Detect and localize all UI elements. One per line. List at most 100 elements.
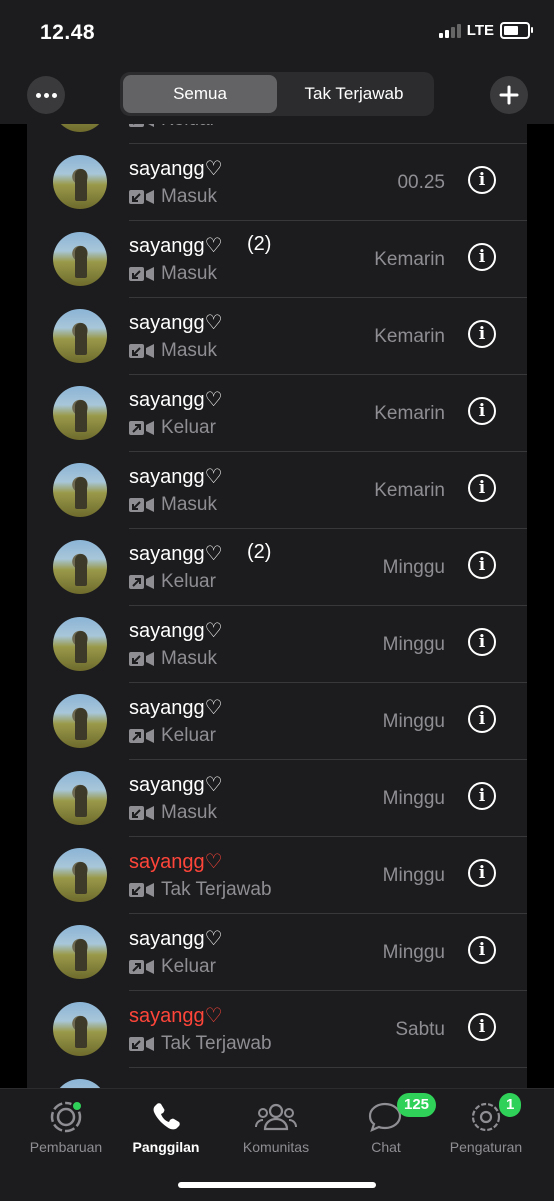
call-time: Minggu [382,634,445,655]
info-icon[interactable]: i [468,243,496,271]
call-row[interactable]: sayangg♡ Keluar Minggu i [27,914,527,991]
call-count: (2) [247,233,272,255]
status-time: 12.48 [40,21,96,44]
call-type-label: Masuk [161,340,217,361]
call-type: Masuk [129,186,217,208]
avatar[interactable] [53,155,107,209]
video-call-incoming-icon [129,344,154,358]
video-call-incoming-icon [129,267,154,281]
contact-name: sayangg♡ [129,466,223,488]
call-row[interactable]: sayangg♡ Keluar Kemarin i [27,375,527,452]
call-time: Minggu [382,557,445,578]
info-icon[interactable]: i [468,705,496,733]
avatar[interactable] [53,694,107,748]
community-icon [255,1103,297,1131]
call-time: Minggu [382,942,445,963]
call-type-label: Keluar [161,417,216,438]
info-icon[interactable]: i [468,166,496,194]
video-call-outgoing-icon [129,421,154,435]
tab-label: Pengaturan [449,1139,523,1155]
call-filter-segmented-control: Semua Tak Terjawab [120,72,434,116]
call-type: Tak Terjawab [129,1033,272,1055]
avatar[interactable] [53,848,107,902]
avatar[interactable] [53,771,107,825]
call-row[interactable]: sayangg♡ Masuk Kemarin i [27,452,527,529]
phone-icon [153,1103,180,1130]
contact-name: sayangg♡ [129,158,223,180]
tab-semua[interactable]: Semua [123,75,277,113]
tab-komunitas[interactable]: Komunitas [221,1097,331,1155]
call-time: Kemarin [374,249,445,270]
signal-icon [438,23,461,38]
new-call-button[interactable] [490,76,528,114]
call-type-label: Keluar [161,956,216,977]
contact-name: sayangg♡ [129,697,223,719]
call-list: sayangg♡Keluarisayangg♡Masuk00.25isayang… [27,90,527,1090]
call-type-label: Masuk [161,648,217,669]
tab-pengaturan[interactable]: 1 Pengaturan [431,1093,541,1155]
plus-icon [499,85,519,105]
info-icon[interactable]: i [468,397,496,425]
contact-name: sayangg♡ [129,389,223,411]
home-indicator[interactable] [178,1182,376,1188]
call-row[interactable]: sayangg♡ Masuk 00.25 i [27,144,527,221]
call-row[interactable]: sayangg♡ Tak Terjawab Minggu i [27,837,527,914]
info-icon[interactable]: i [468,628,496,656]
tab-pembaruan[interactable]: Pembaruan [11,1097,121,1155]
call-type: Keluar [129,417,216,439]
call-type: Masuk [129,340,217,362]
info-icon[interactable]: i [468,551,496,579]
call-time: Kemarin [374,326,445,347]
tab-label: Chat [371,1139,401,1155]
contact-name: sayangg♡ [129,928,223,950]
avatar[interactable] [53,386,107,440]
network-label: LTE [466,22,494,39]
avatar[interactable] [53,540,107,594]
call-type: Masuk [129,648,217,670]
avatar[interactable] [53,463,107,517]
video-call-incoming-icon [129,1037,154,1051]
info-icon[interactable]: i [468,936,496,964]
tab-panggilan[interactable]: Panggilan [111,1097,221,1155]
avatar[interactable] [53,1002,107,1056]
call-row[interactable]: sayangg♡ Masuk Minggu i [27,760,527,837]
tab-label: Panggilan [132,1139,200,1155]
updates-icon [50,1100,83,1133]
call-row[interactable]: sayangg♡ Tak Terjawab Sabtu i [27,991,527,1068]
avatar[interactable] [53,925,107,979]
call-type-label: Masuk [161,494,217,515]
contact-name: sayangg♡ [129,774,223,796]
info-icon[interactable]: i [468,859,496,887]
more-options-button[interactable] [27,76,65,114]
call-time: Minggu [382,865,445,886]
call-row[interactable]: sayangg♡ Masuk Minggu i [27,606,527,683]
call-row[interactable]: sayangg♡ Masuk Kemarin i [27,298,527,375]
contact-name: sayangg♡ [129,312,223,334]
avatar[interactable] [53,232,107,286]
info-icon[interactable]: i [468,474,496,502]
video-call-incoming-icon [129,190,154,204]
video-call-incoming-icon [129,498,154,512]
call-row[interactable]: sayangg♡ Keluar Minggu i [27,683,527,760]
avatar[interactable] [53,617,107,671]
call-row[interactable]: sayangg♡ (2) Masuk Kemarin i [27,221,527,298]
call-time: Minggu [382,711,445,732]
call-row[interactable]: sayangg♡ (2) Keluar Minggu i [27,529,527,606]
call-type: Masuk [129,263,217,285]
info-icon[interactable]: i [468,782,496,810]
tab-chat[interactable]: 125 Chat [331,1093,441,1155]
contact-name: sayangg♡ [129,543,223,565]
call-row[interactable]: i [27,1068,527,1090]
info-icon[interactable]: i [468,320,496,348]
ellipsis-icon [35,92,57,98]
call-type: Tak Terjawab [129,879,272,901]
info-icon[interactable]: i [468,1013,496,1041]
call-type-label: Masuk [161,263,217,284]
video-call-outgoing-icon [129,575,154,589]
call-time: Minggu [382,788,445,809]
call-type: Masuk [129,494,217,516]
avatar[interactable] [53,309,107,363]
call-type-label: Keluar [161,571,216,592]
tab-tak-terjawab[interactable]: Tak Terjawab [277,75,431,113]
status-indicators: LTE [438,22,533,39]
